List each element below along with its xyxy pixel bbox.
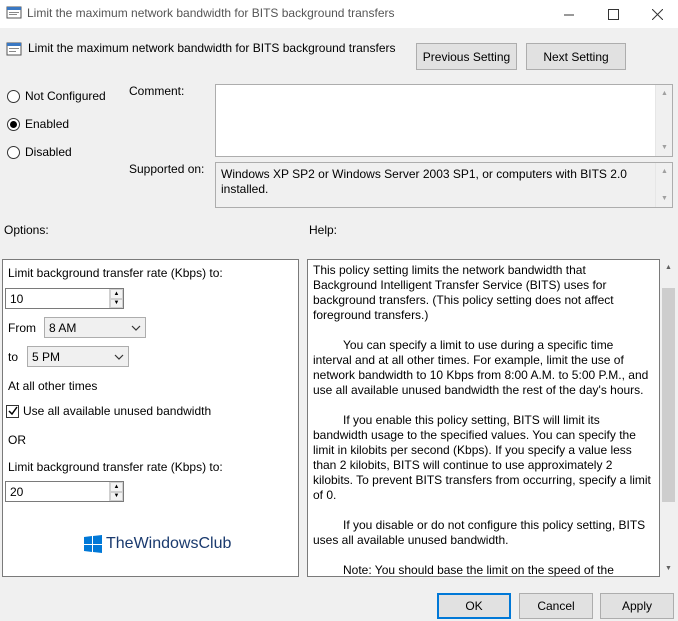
scroll-up-icon[interactable]: ▲ bbox=[656, 163, 673, 180]
supported-on-value: Windows XP SP2 or Windows Server 2003 SP… bbox=[221, 167, 627, 196]
comment-value bbox=[216, 85, 672, 91]
rate-label: Limit background transfer rate (Kbps) to… bbox=[8, 266, 223, 280]
help-panel: This policy setting limits the network b… bbox=[307, 259, 660, 577]
cancel-button[interactable]: Cancel bbox=[519, 593, 593, 619]
from-time-value: 8 AM bbox=[49, 320, 77, 335]
chevron-down-icon bbox=[110, 354, 128, 360]
scroll-up-icon[interactable]: ▲ bbox=[660, 259, 677, 276]
radio-indicator bbox=[7, 89, 20, 103]
radio-indicator bbox=[7, 145, 20, 159]
scroll-down-icon[interactable]: ▼ bbox=[656, 139, 672, 156]
radio-label: Enabled bbox=[25, 117, 70, 131]
watermark-logo: TheWindowsClub bbox=[84, 535, 231, 553]
comment-textarea[interactable]: ▲ ▼ bbox=[215, 84, 673, 157]
supported-on-box: Windows XP SP2 or Windows Server 2003 SP… bbox=[215, 162, 673, 208]
windows-logo-icon bbox=[84, 535, 102, 553]
help-paragraph: If you enable this policy setting, BITS … bbox=[313, 413, 651, 502]
ok-button[interactable]: OK bbox=[437, 593, 511, 619]
help-paragraph: If you disable or do not configure this … bbox=[313, 518, 646, 547]
close-button[interactable] bbox=[635, 0, 678, 28]
from-time-select[interactable]: 8 AM bbox=[44, 317, 146, 338]
scroll-up-icon[interactable]: ▲ bbox=[656, 85, 672, 102]
maximize-icon bbox=[607, 8, 619, 20]
to-label: to bbox=[8, 350, 19, 364]
radio-indicator-selected bbox=[7, 117, 20, 131]
spin-up-icon[interactable]: ▲ bbox=[110, 482, 123, 492]
radio-label: Disabled bbox=[25, 145, 72, 159]
policy-title: Limit the maximum network bandwidth for … bbox=[28, 41, 396, 55]
options-heading: Options: bbox=[4, 223, 49, 237]
to-time-value: 5 PM bbox=[32, 349, 61, 364]
watermark-text: TheWindowsClub bbox=[106, 535, 232, 552]
previous-setting-button[interactable]: Previous Setting bbox=[416, 43, 517, 70]
policy-window-icon bbox=[6, 5, 22, 21]
scrollbar-thumb[interactable] bbox=[662, 288, 675, 502]
scroll-down-icon[interactable]: ▼ bbox=[660, 560, 677, 577]
help-paragraph: This policy setting limits the network b… bbox=[313, 263, 614, 322]
apply-button[interactable]: Apply bbox=[600, 593, 674, 619]
rate-spinner[interactable]: 10 ▲ ▼ bbox=[5, 288, 124, 309]
use-all-bandwidth-checkbox[interactable]: Use all available unused bandwidth bbox=[6, 404, 211, 418]
maximize-button[interactable] bbox=[591, 0, 635, 28]
comment-label: Comment: bbox=[129, 84, 185, 98]
radio-disabled[interactable]: Disabled bbox=[7, 145, 72, 159]
other-times-label: At all other times bbox=[8, 379, 98, 393]
to-time-select[interactable]: 5 PM bbox=[27, 346, 129, 367]
minimize-button[interactable] bbox=[547, 0, 591, 28]
help-text: This policy setting limits the network b… bbox=[313, 263, 651, 577]
policy-setting-icon bbox=[6, 41, 22, 57]
supported-on-label: Supported on: bbox=[129, 162, 205, 176]
help-paragraph: You can specify a limit to use during a … bbox=[313, 338, 649, 397]
help-scrollbar[interactable]: ▲ ▼ bbox=[660, 259, 677, 577]
spin-down-icon[interactable]: ▼ bbox=[110, 491, 123, 501]
chevron-down-icon bbox=[127, 325, 145, 331]
close-icon bbox=[651, 8, 663, 20]
checkmark-icon bbox=[7, 406, 18, 416]
supported-scrollbar[interactable]: ▲ ▼ bbox=[655, 163, 672, 207]
next-setting-button[interactable]: Next Setting bbox=[526, 43, 626, 70]
spin-down-icon[interactable]: ▼ bbox=[110, 298, 123, 308]
help-heading: Help: bbox=[309, 223, 338, 237]
from-label: From bbox=[8, 321, 36, 335]
rate2-spinner[interactable]: 20 ▲ ▼ bbox=[5, 481, 124, 502]
radio-not-configured[interactable]: Not Configured bbox=[7, 89, 106, 103]
window-title: Limit the maximum network bandwidth for … bbox=[27, 6, 395, 20]
scroll-down-icon[interactable]: ▼ bbox=[656, 190, 673, 207]
radio-enabled[interactable]: Enabled bbox=[7, 117, 69, 131]
spin-up-icon[interactable]: ▲ bbox=[110, 289, 123, 299]
use-all-label: Use all available unused bandwidth bbox=[23, 404, 212, 418]
or-label: OR bbox=[8, 433, 26, 447]
help-paragraph: Note: You should base the limit on the s… bbox=[343, 563, 614, 577]
minimize-icon bbox=[563, 14, 574, 15]
rate2-label: Limit background transfer rate (Kbps) to… bbox=[8, 460, 223, 474]
rate2-value: 20 bbox=[10, 484, 24, 499]
checkbox-indicator bbox=[6, 404, 19, 418]
rate-value: 10 bbox=[10, 291, 24, 306]
radio-label: Not Configured bbox=[25, 89, 106, 103]
comment-scrollbar[interactable]: ▲ ▼ bbox=[655, 85, 672, 156]
